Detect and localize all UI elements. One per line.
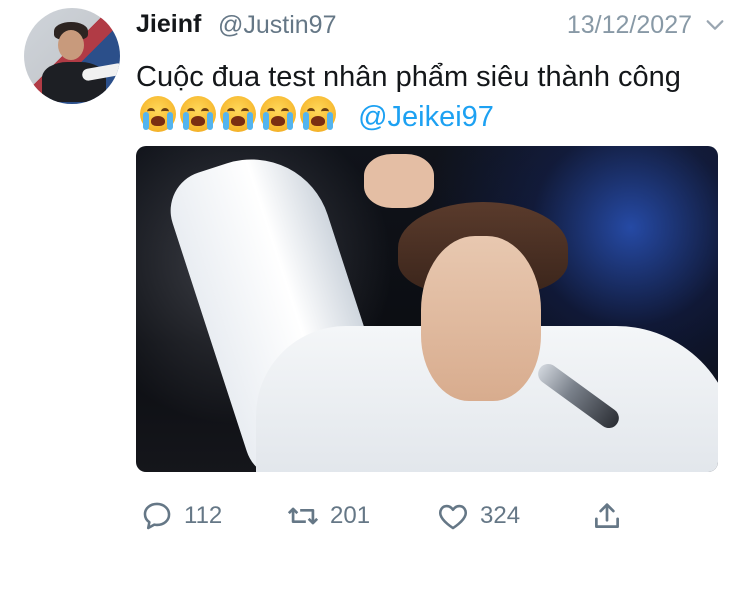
speech-bubble-icon — [143, 502, 171, 530]
display-name[interactable]: Jieinf — [136, 10, 201, 39]
retweet-count: 201 — [330, 502, 371, 529]
reply-button[interactable]: 112 — [140, 496, 222, 536]
heart-icon — [439, 504, 467, 530]
crying-face-icon — [300, 96, 336, 132]
avatar[interactable] — [24, 8, 120, 104]
crying-face-icon — [180, 96, 216, 132]
user-handle[interactable]: @Justin97 — [218, 11, 337, 40]
chevron-down-icon[interactable] — [704, 14, 726, 36]
retweet-arrows-icon — [287, 507, 319, 525]
like-button[interactable]: 324 — [436, 496, 520, 536]
avatar-face — [58, 30, 84, 60]
tweet-photo[interactable] — [136, 146, 718, 472]
tweet-body: Cuộc đua test nhân phẩm siêu thành công — [136, 61, 681, 93]
tweet-header: Jieinf @Justin97 13/12/2027 — [136, 10, 726, 42]
tweet-text: Cuộc đua test nhân phẩm siêu thành công … — [136, 58, 696, 136]
reply-count: 112 — [184, 502, 223, 529]
crying-face-icon — [140, 96, 176, 132]
retweet-button[interactable]: 201 — [286, 496, 370, 536]
share-button[interactable] — [590, 496, 624, 536]
share-upload-icon — [595, 503, 619, 528]
tweet-date[interactable]: 13/12/2027 — [567, 11, 692, 40]
crying-face-icon — [260, 96, 296, 132]
emoji-row — [140, 96, 336, 132]
photo-hand — [364, 154, 434, 208]
mention-link[interactable]: @Jeikei97 — [358, 101, 494, 133]
tweet-actions: 112 201 324 — [136, 496, 718, 536]
photo-face — [421, 236, 541, 401]
like-count: 324 — [480, 502, 521, 529]
crying-face-icon — [220, 96, 256, 132]
